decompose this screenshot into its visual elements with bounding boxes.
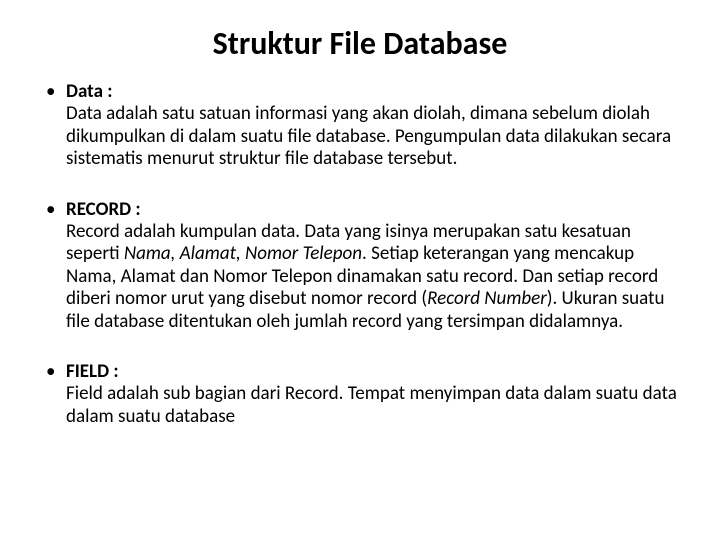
italic-text: Nama, Alamat, Nomor Telepon [124,242,362,265]
item-body: Data adalah satu satuan informasi yang a… [66,103,684,170]
body-text-run: Field adalah sub bagian dari Record. Tem… [66,382,677,427]
italic-text: Record Number [427,287,547,310]
list-item: FIELD : Field adalah sub bagian dari Rec… [42,361,684,428]
term-label: RECORD : [66,198,141,221]
list-item: Data : Data adalah satu satuan informasi… [42,81,684,171]
term-label: FIELD : [66,360,119,383]
slide-title: Struktur File Database [36,24,684,63]
body-text-run: Data adalah satu satuan informasi yang a… [66,102,671,170]
term-label: Data : [66,80,113,103]
list-item: RECORD : Record adalah kumpulan data. Da… [42,199,684,333]
item-body: Field adalah sub bagian dari Record. Tem… [66,383,684,428]
bullet-list: Data : Data adalah satu satuan informasi… [36,81,684,428]
slide: Struktur File Database Data : Data adala… [0,0,720,540]
item-body: Record adalah kumpulan data. Data yang i… [66,221,684,333]
